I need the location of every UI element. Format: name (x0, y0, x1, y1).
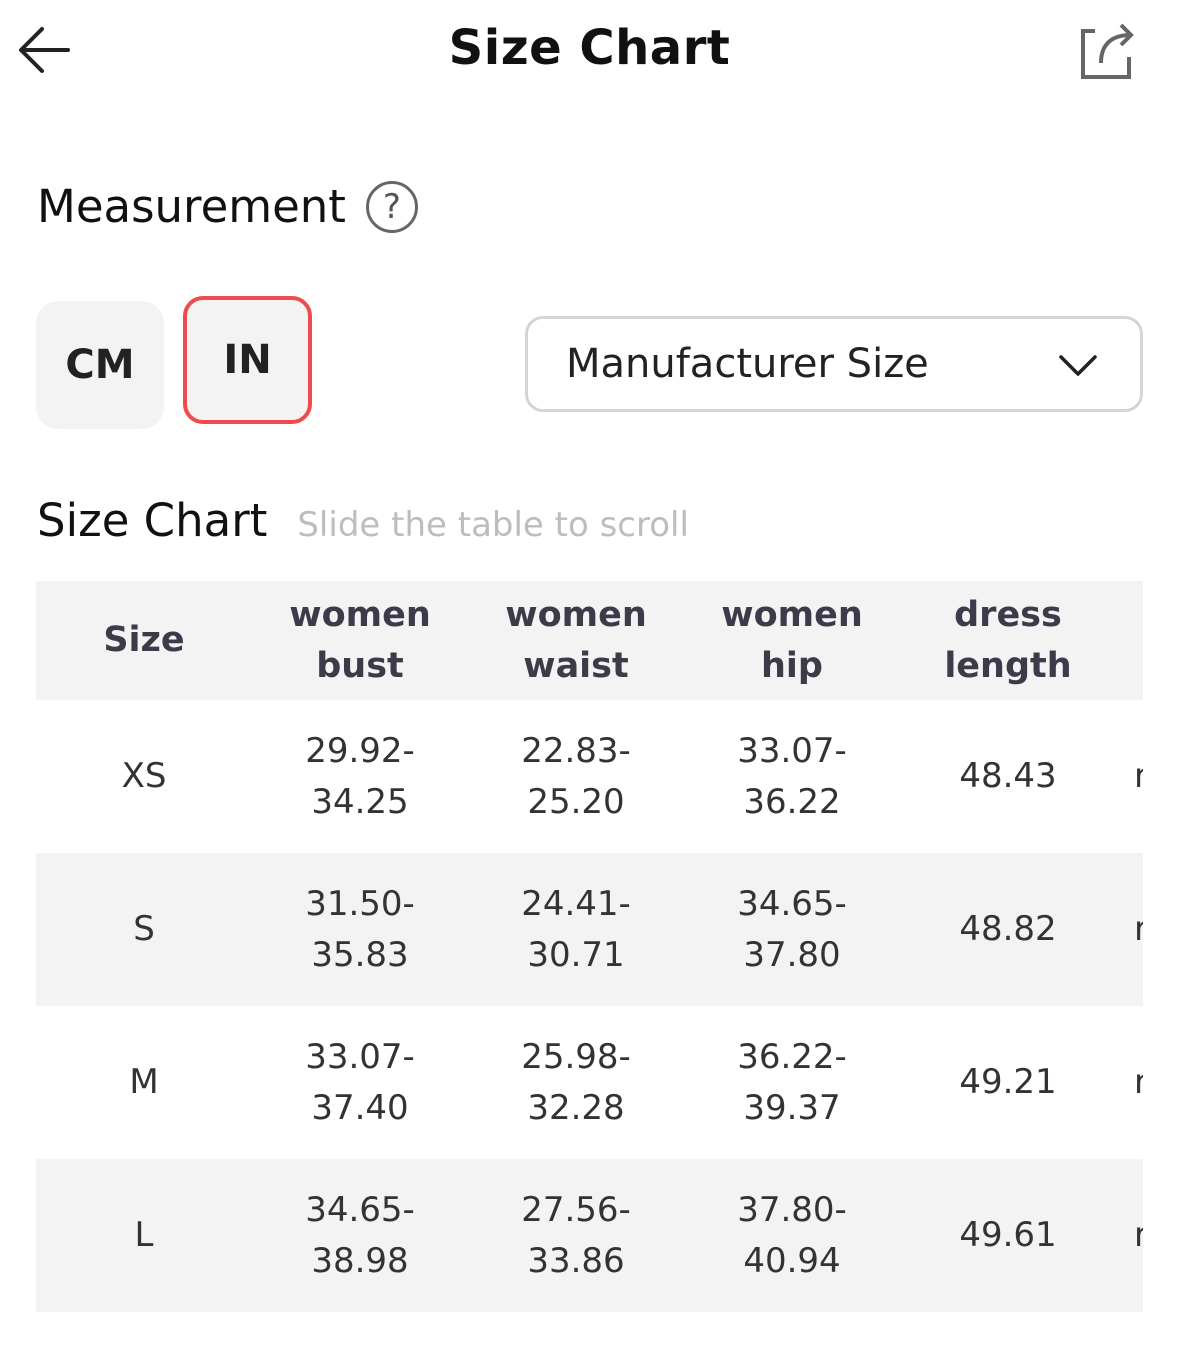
column-header: dress length (944, 594, 1072, 686)
table-cell: 33.07- 36.22 (737, 730, 847, 822)
table-cell: 48.82 (959, 909, 1057, 949)
share-icon (1081, 23, 1134, 79)
table-cell: S (133, 909, 155, 949)
dropdown-value: Manufacturer Size (566, 341, 929, 387)
unit-cm-button[interactable]: CM (36, 301, 164, 429)
table-cell: 37.80- 40.94 (737, 1189, 847, 1281)
help-glyph: ? (382, 186, 401, 227)
column-header: women waist (505, 594, 647, 686)
table-cell: 25.98- 32.28 (521, 1036, 631, 1128)
table-cell: r (1134, 1062, 1143, 1102)
question-circle-icon[interactable]: ? (365, 180, 418, 233)
table-cell: 34.65- 37.80 (737, 883, 847, 975)
table-cell: 24.41- 30.71 (521, 883, 631, 975)
table-cell: r (1134, 909, 1143, 949)
size-chart-page: Size Chart Measurement ? CM IN Manufactu… (0, 0, 1179, 1362)
unit-in-button[interactable]: IN (183, 296, 312, 424)
column-header: Size (103, 620, 185, 660)
table-cell: 36.22- 39.37 (737, 1036, 847, 1128)
size-table[interactable]: Size women bust women waist women hip dr… (36, 581, 1143, 1314)
table-cell: 29.92- 34.25 (305, 730, 415, 822)
table-cell: L (134, 1215, 154, 1255)
measurement-heading: Measurement ? (37, 180, 418, 233)
table-cell: 33.07- 37.40 (305, 1036, 415, 1128)
table-cell: r (1134, 756, 1143, 796)
share-button[interactable] (1068, 14, 1144, 86)
chevron-down-icon (1059, 355, 1097, 376)
table-cell: XS (121, 756, 167, 796)
table-cell: 27.56- 33.86 (521, 1189, 631, 1281)
column-header: women hip (721, 594, 863, 686)
table-row: XS 29.92- 34.25 22.83- 25.20 33.07- 36.2… (36, 700, 1143, 853)
table-cell: 49.21 (959, 1062, 1057, 1102)
table-cell: r (1134, 1215, 1143, 1255)
table-cell: 34.65- 38.98 (305, 1189, 415, 1281)
table-cell: M (129, 1062, 159, 1102)
table-cell: 31.50- 35.83 (305, 883, 415, 975)
table-cell: 48.43 (959, 756, 1057, 796)
column-header: women bust (289, 594, 431, 686)
size-chart-heading: Size Chart Slide the table to scroll (37, 494, 689, 547)
size-type-dropdown[interactable]: Manufacturer Size (525, 316, 1143, 412)
table-row: M 33.07- 37.40 25.98- 32.28 36.22- 39.37… (36, 1006, 1143, 1159)
table-cell: 22.83- 25.20 (521, 730, 631, 822)
table-header-row: Size women bust women waist women hip dr… (36, 581, 1143, 700)
table-row: S 31.50- 35.83 24.41- 30.71 34.65- 37.80… (36, 853, 1143, 1006)
scroll-hint: Slide the table to scroll (297, 505, 689, 545)
size-chart-title: Size Chart (37, 494, 268, 547)
measurement-title: Measurement (37, 180, 346, 233)
table-cell: 49.61 (959, 1215, 1057, 1255)
column-header (1116, 581, 1143, 700)
table-row: L 34.65- 38.98 27.56- 33.86 37.80- 40.94… (36, 1159, 1143, 1312)
page-title: Size Chart (448, 20, 731, 76)
top-bar: Size Chart (0, 0, 1179, 100)
